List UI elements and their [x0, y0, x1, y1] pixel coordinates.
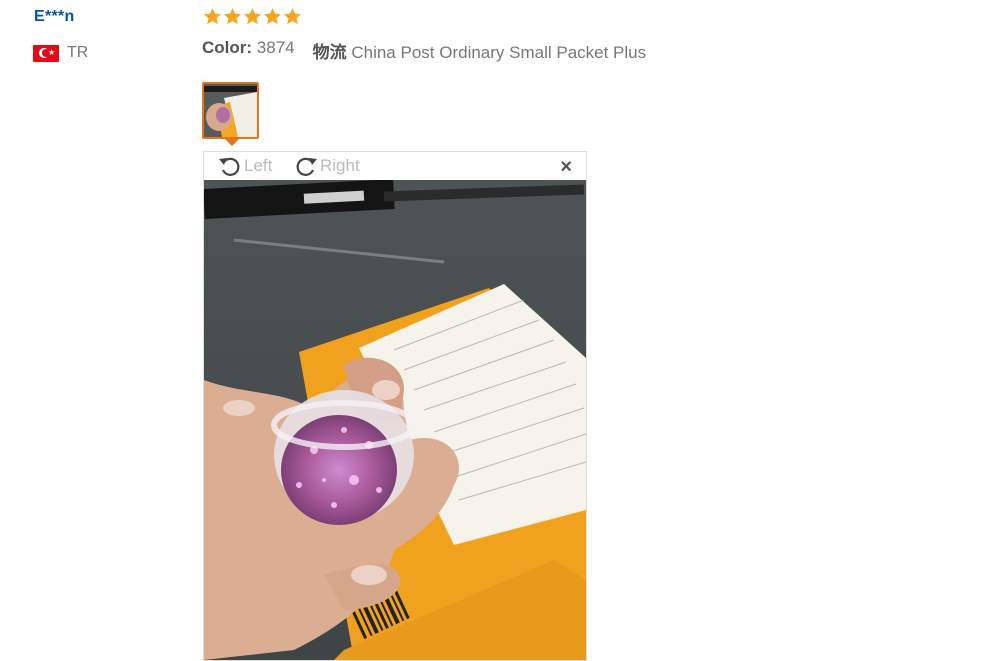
close-icon[interactable]: ×: [560, 156, 572, 179]
review-meta: Color: 3874 物流 China Post Ordinary Small…: [202, 38, 646, 63]
turkey-flag-icon: ★: [33, 44, 59, 62]
shipping-info: 物流 China Post Ordinary Small Packet Plus: [313, 38, 647, 63]
rotate-left-button[interactable]: Left: [216, 152, 272, 180]
color-info: Color: 3874: [202, 38, 295, 63]
shipping-value: China Post Ordinary Small Packet Plus: [351, 43, 647, 62]
reviewer-country: ★ TR: [33, 44, 88, 62]
star-icon: [204, 8, 221, 25]
rotate-right-label: Right: [320, 156, 360, 175]
reviewer-name[interactable]: E***n: [34, 8, 75, 26]
rotate-right-button[interactable]: Right: [292, 152, 360, 180]
star-icon: [244, 8, 261, 25]
review-photo: [204, 180, 586, 660]
country-code: TR: [67, 44, 89, 61]
shipping-label: 物流: [312, 43, 347, 62]
rotate-left-icon: [219, 157, 240, 176]
rotate-right-icon: [296, 157, 317, 176]
color-value: 3874: [256, 38, 295, 57]
review-photo-thumbnail[interactable]: [202, 82, 259, 139]
color-label: Color:: [202, 38, 253, 57]
photo-viewer: Left Right ×: [203, 151, 587, 661]
rating-stars: [203, 7, 302, 26]
rotate-left-label: Left: [244, 156, 273, 175]
star-icon: [264, 8, 281, 25]
thumbnail-pointer: [224, 138, 240, 146]
star-icon: [284, 8, 301, 25]
star-icon: [224, 8, 241, 25]
viewer-toolbar: Left Right ×: [204, 152, 586, 180]
